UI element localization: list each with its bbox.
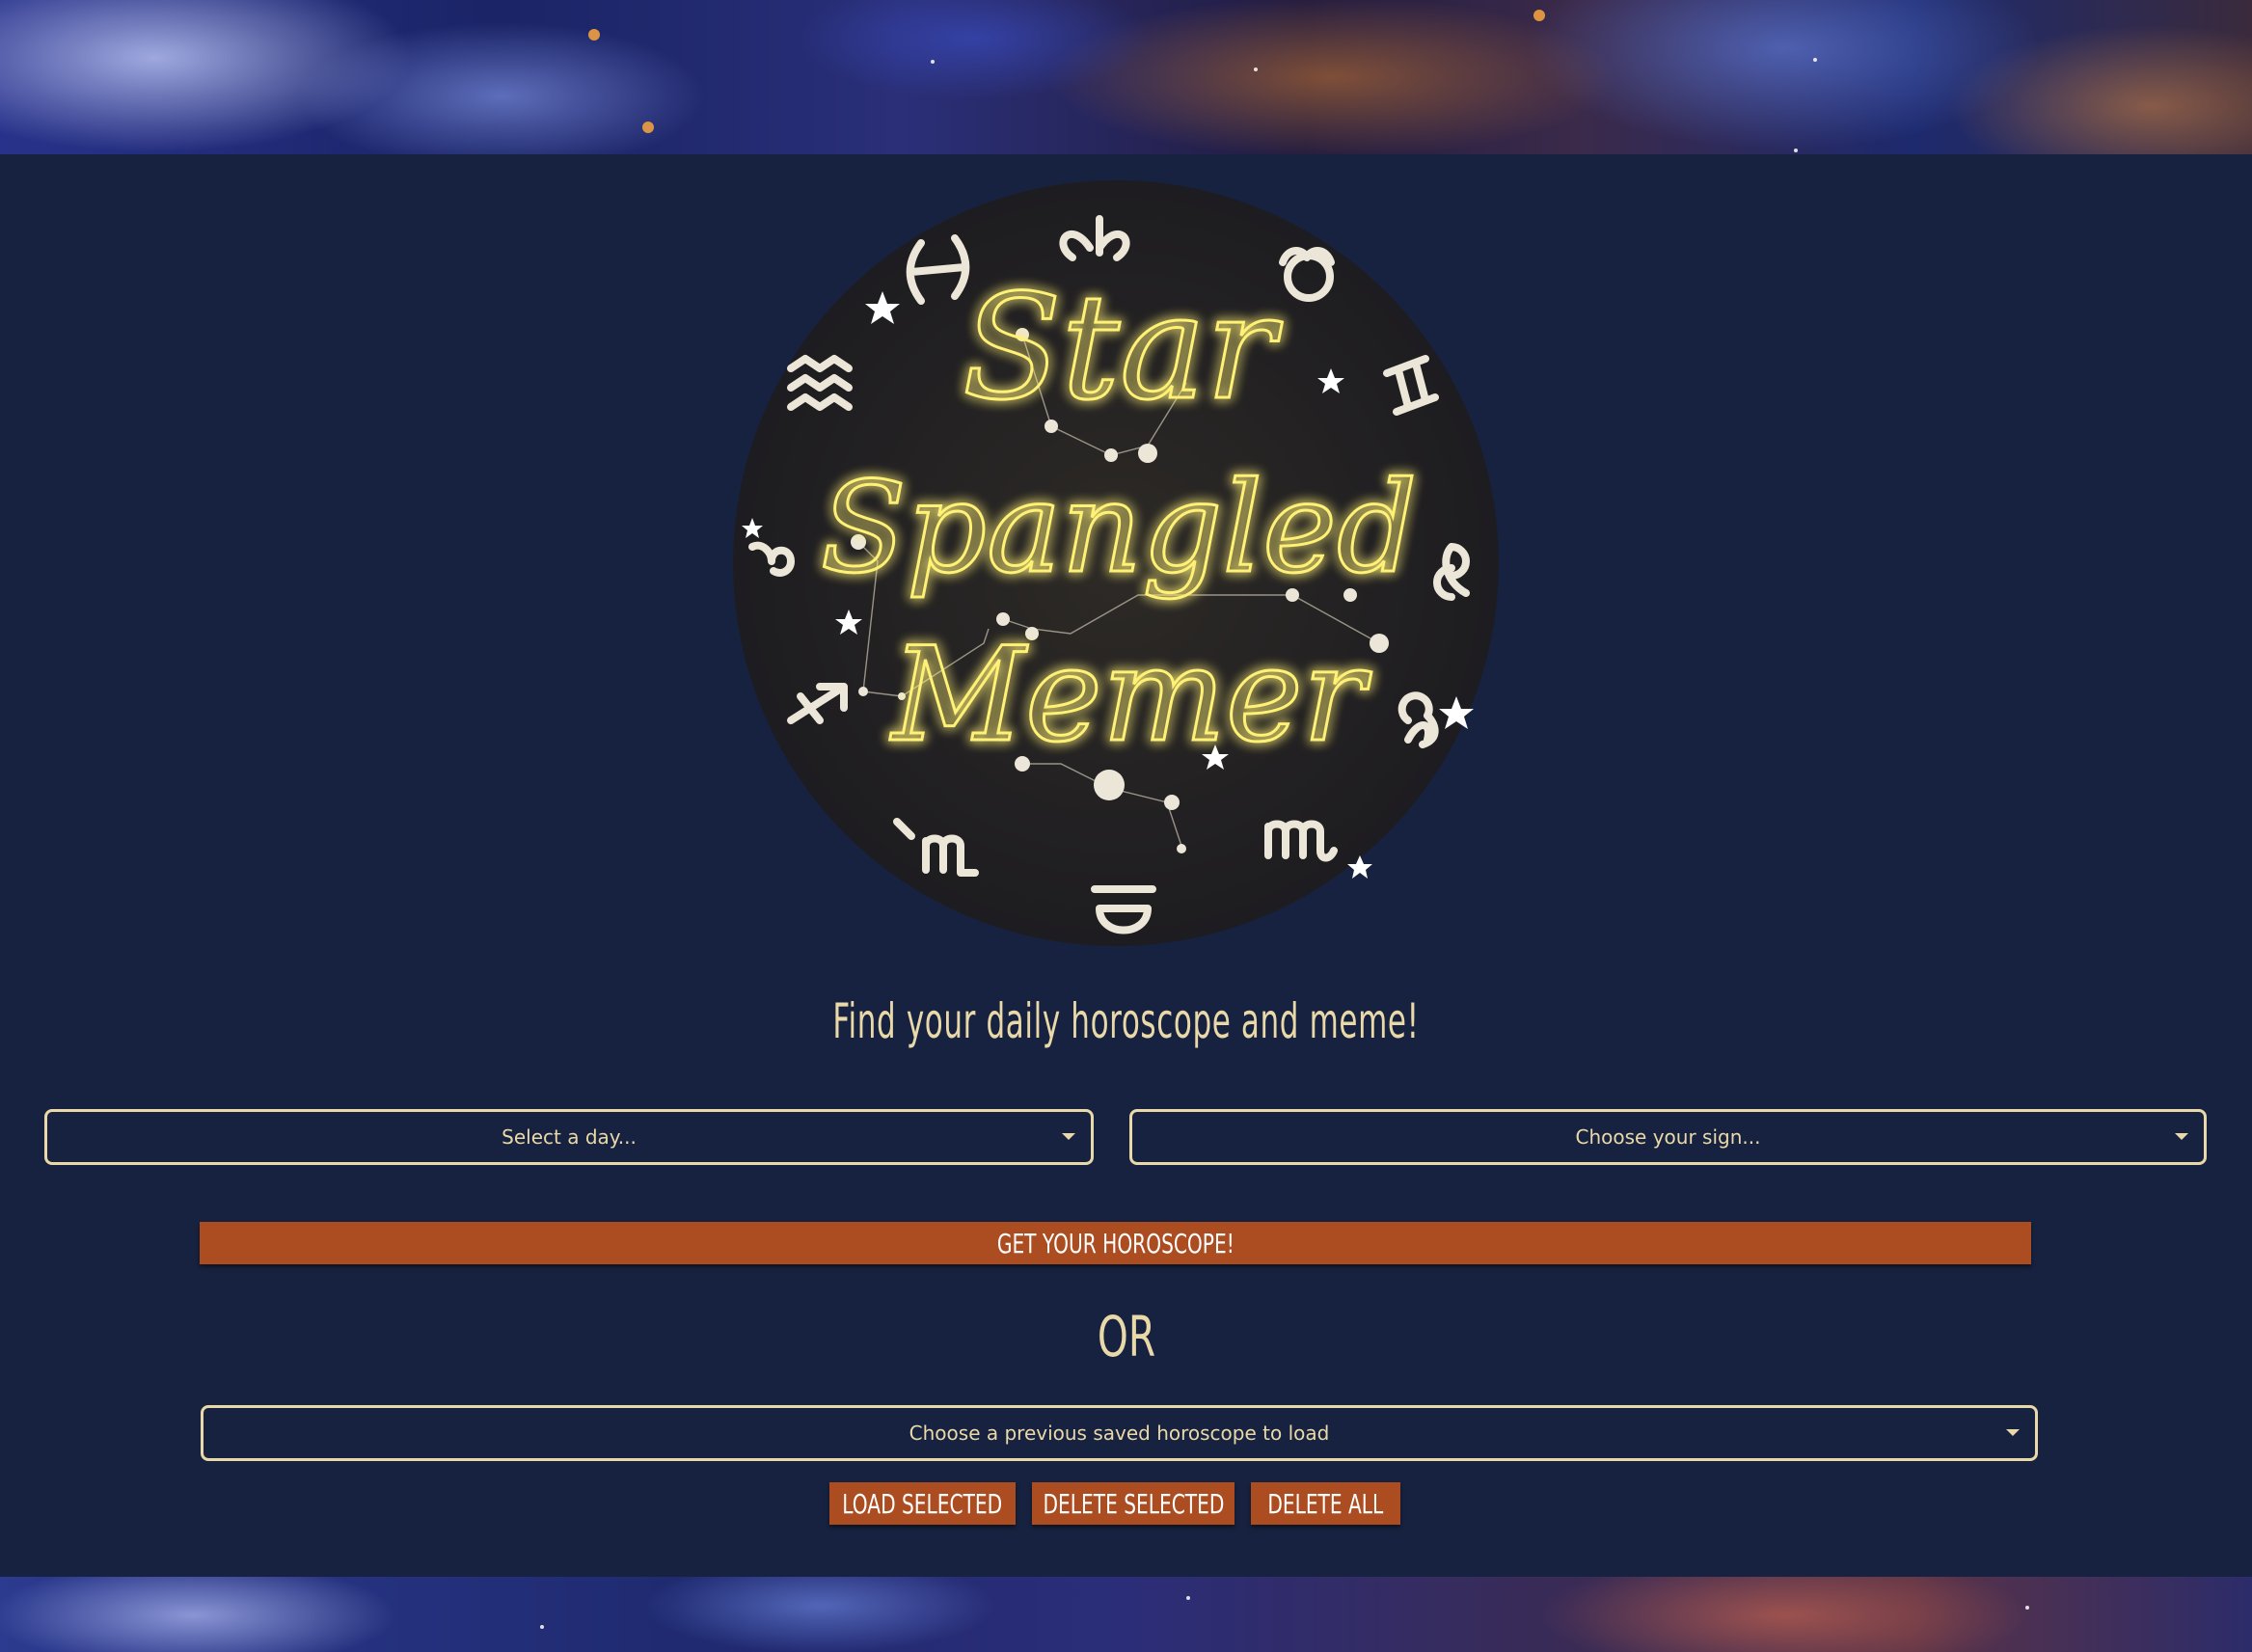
delete-all-button[interactable]: Delete All bbox=[1251, 1482, 1400, 1525]
delete-selected-button[interactable]: Delete Selected bbox=[1032, 1482, 1235, 1525]
get-horoscope-label: Get your horoscope! bbox=[996, 1227, 1235, 1259]
star-spangled-memer-logo: Star Spangled Memer bbox=[733, 180, 1499, 946]
chevron-down-icon bbox=[1062, 1133, 1075, 1140]
delete-all-label: Delete All bbox=[1267, 1487, 1384, 1520]
chevron-down-icon bbox=[2175, 1133, 2188, 1140]
page-tagline: Find your daily horoscope and meme! bbox=[832, 993, 1420, 1049]
or-divider: OR bbox=[0, 1304, 2252, 1369]
logo-title-line-2: Spangled bbox=[821, 454, 1417, 601]
day-select-placeholder: Select a day... bbox=[502, 1125, 637, 1149]
nebula-footer-banner bbox=[0, 1577, 2252, 1652]
delete-selected-label: Delete Selected bbox=[1043, 1487, 1224, 1520]
day-select[interactable]: Select a day... bbox=[44, 1109, 1094, 1165]
saved-select-placeholder: Choose a previous saved horoscope to loa… bbox=[909, 1422, 1330, 1445]
sign-select[interactable]: Choose your sign... bbox=[1129, 1109, 2207, 1165]
load-selected-button[interactable]: Load Selected bbox=[829, 1482, 1016, 1525]
get-horoscope-button[interactable]: Get your horoscope! bbox=[200, 1222, 2031, 1264]
chevron-down-icon bbox=[2006, 1429, 2020, 1436]
load-selected-label: Load Selected bbox=[842, 1487, 1003, 1520]
sign-select-placeholder: Choose your sign... bbox=[1575, 1125, 1761, 1149]
nebula-header-banner bbox=[0, 0, 2252, 154]
logo-title-line-1: Star bbox=[963, 264, 1283, 432]
logo-title-line-3: Memer bbox=[889, 619, 1372, 771]
saved-horoscope-select[interactable]: Choose a previous saved horoscope to loa… bbox=[201, 1405, 2038, 1461]
or-text: OR bbox=[1097, 1304, 1155, 1369]
